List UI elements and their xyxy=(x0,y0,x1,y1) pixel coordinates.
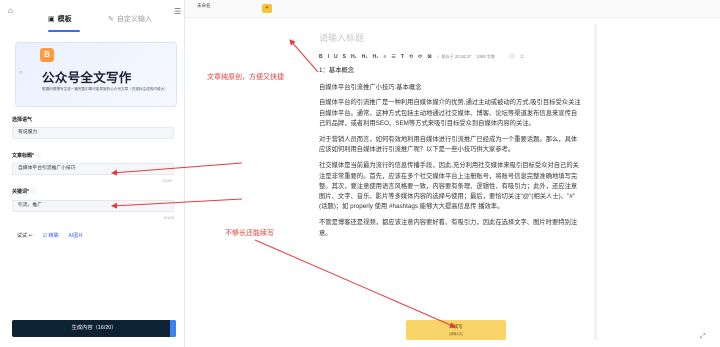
arrow-to-title xyxy=(289,39,319,73)
arrow-to-keywords-input xyxy=(111,198,243,209)
arrow-to-ai-button xyxy=(254,239,456,328)
arrow-to-title-input xyxy=(111,162,243,176)
app-root: ⌂ ☰ ▣ 模板 ✎ 自定义输入 « B 公众号全文写作 根据你想撰写生成一篇完… xyxy=(0,0,720,347)
annotation-arrows xyxy=(111,39,456,328)
